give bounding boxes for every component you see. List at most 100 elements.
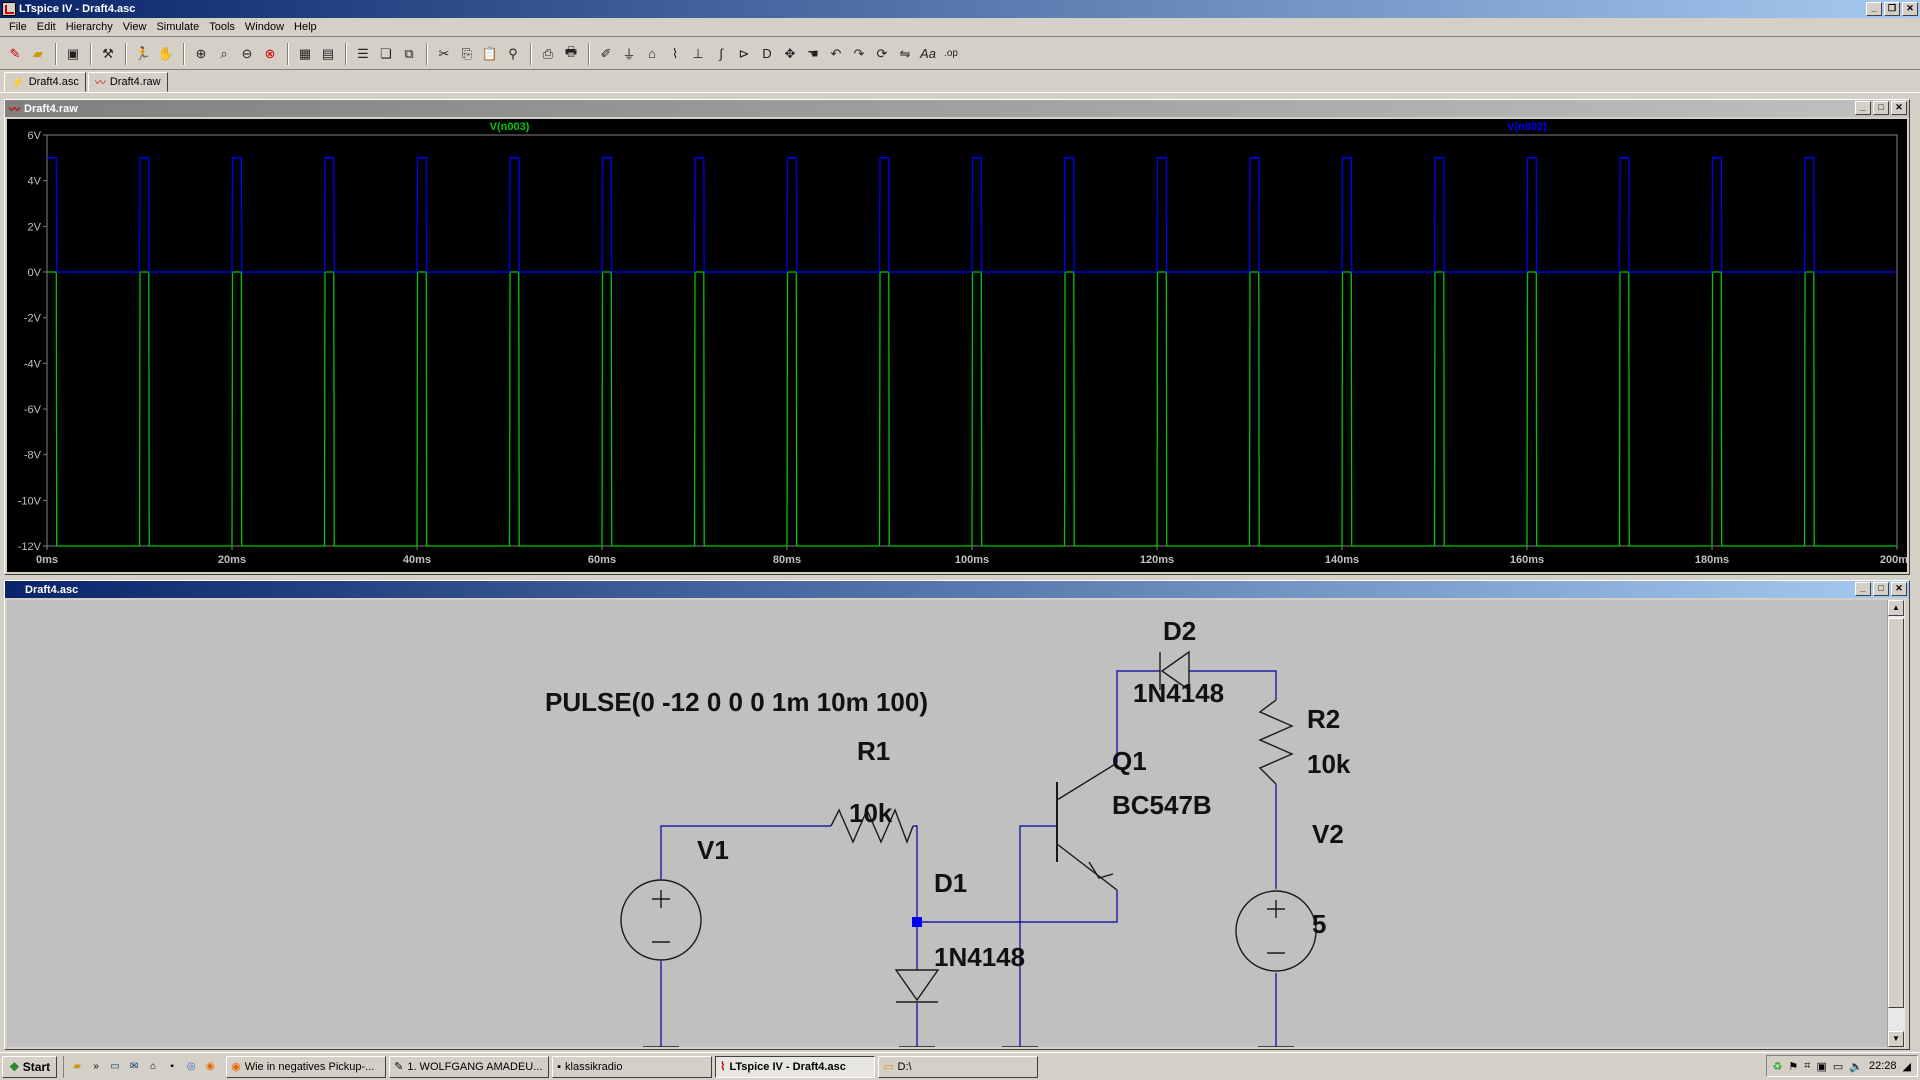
restore-button[interactable]: ❐ — [1884, 2, 1900, 16]
inductor-icon[interactable]: ∫ — [710, 43, 732, 65]
wifi-icon[interactable]: ◢ — [1903, 1060, 1911, 1073]
zoom-out-icon[interactable]: ⊖ — [236, 43, 258, 65]
d2-value[interactable]: 1N4148 — [1133, 678, 1224, 708]
voltage-source-v1[interactable] — [620, 879, 702, 961]
halt-icon[interactable]: ✋ — [155, 43, 177, 65]
scroll-down-button[interactable]: ▼ — [1888, 1031, 1904, 1047]
find-icon[interactable]: ⚲ — [502, 43, 524, 65]
plot-close-button[interactable]: ✕ — [1891, 101, 1907, 115]
desktop-icon[interactable]: ▭ — [108, 1060, 122, 1074]
scroll-up-button[interactable]: ▲ — [1888, 600, 1904, 616]
mirror-icon[interactable]: ⇋ — [894, 43, 916, 65]
menu-simulate[interactable]: Simulate — [151, 21, 204, 33]
junction-dot[interactable] — [912, 917, 922, 927]
v1-name[interactable]: V1 — [697, 835, 729, 865]
v2-name[interactable]: V2 — [1312, 819, 1344, 849]
network-tray-icon[interactable]: ▣ — [1816, 1060, 1826, 1073]
close-button[interactable]: ✕ — [1902, 2, 1918, 16]
plot-minimize-button[interactable]: _ — [1855, 101, 1871, 115]
move-icon[interactable]: ✥ — [779, 43, 801, 65]
browser-icon[interactable]: ◎ — [184, 1060, 198, 1074]
undo-icon[interactable]: ↶ — [825, 43, 847, 65]
menu-help[interactable]: Help — [289, 21, 322, 33]
text-icon[interactable]: Aa — [917, 43, 939, 65]
r2-name[interactable]: R2 — [1307, 704, 1340, 734]
menu-view[interactable]: View — [118, 21, 152, 33]
clock[interactable]: 22:28 — [1869, 1060, 1897, 1072]
print-preview-icon[interactable]: ⎙ — [537, 43, 559, 65]
usb-icon[interactable]: ⌗ — [1804, 1060, 1810, 1073]
menu-tools[interactable]: Tools — [204, 21, 240, 33]
r1-name[interactable]: R1 — [857, 736, 890, 766]
schematic-canvas[interactable]: PULSE(0 -12 0 0 0 1m 10m 100) R1 10k V1 … — [7, 600, 1887, 1047]
minimize-button[interactable]: _ — [1866, 2, 1882, 16]
q1-name[interactable]: Q1 — [1112, 746, 1147, 776]
wire[interactable] — [913, 825, 918, 922]
label-net-icon[interactable]: ⌂ — [641, 43, 663, 65]
scroll-thumb[interactable] — [1888, 618, 1904, 1008]
component-icon[interactable]: D — [756, 43, 778, 65]
diode-icon[interactable]: ⊳ — [733, 43, 755, 65]
schematic-minimize-button[interactable]: _ — [1855, 582, 1871, 596]
redo-icon[interactable]: ↷ — [848, 43, 870, 65]
open-icon[interactable]: ▰ — [27, 43, 49, 65]
update-icon[interactable]: ♻ — [1773, 1060, 1783, 1073]
tile-vertical-icon[interactable]: ⧉ — [398, 43, 420, 65]
run-icon[interactable]: 🏃 — [132, 43, 154, 65]
d1-name[interactable]: D1 — [934, 868, 967, 898]
task-music[interactable]: ✎ 1. WOLFGANG AMADEU... — [389, 1055, 550, 1078]
firefox-icon[interactable]: ◉ — [203, 1060, 217, 1074]
tile-horizontal-icon[interactable]: ☰ — [352, 43, 374, 65]
menu-file[interactable]: File — [4, 21, 32, 33]
display-icon[interactable]: ▭ — [1833, 1060, 1843, 1073]
tab-waveform[interactable]: 〰 Draft4.raw — [87, 72, 168, 92]
control-panel-icon[interactable]: ⚒ — [97, 43, 119, 65]
schematic-close-button[interactable]: ✕ — [1891, 582, 1907, 596]
wire[interactable] — [1019, 825, 1057, 1047]
tab-schematic[interactable]: ⚡ Draft4.asc — [4, 72, 86, 92]
menu-hierarchy[interactable]: Hierarchy — [61, 21, 118, 33]
voltage-source-v2[interactable] — [1235, 890, 1317, 972]
copy-icon[interactable]: ⎘ — [456, 43, 478, 65]
paste-icon[interactable]: 📋 — [479, 43, 501, 65]
plot-area[interactable]: 6V 4V 2V 0V -2V -4V -6V -8V -10V -12V 0ms 20ms 40ms 6… — [7, 119, 1914, 572]
resistor-icon[interactable]: ⌇ — [664, 43, 686, 65]
zoom-in-icon[interactable]: ⊕ — [190, 43, 212, 65]
grid-icon[interactable]: ▤ — [317, 43, 339, 65]
rotate-icon[interactable]: ⟳ — [871, 43, 893, 65]
wire[interactable] — [660, 825, 831, 879]
volume-icon[interactable]: 🔈 — [1849, 1060, 1863, 1073]
diode-d1[interactable] — [894, 969, 940, 1003]
transistor-q1[interactable] — [1056, 762, 1118, 891]
d2-name[interactable]: D2 — [1163, 616, 1196, 646]
spice-directive-icon[interactable]: .op — [940, 43, 962, 65]
new-schematic-icon[interactable]: ✎ — [4, 43, 26, 65]
schematic-maximize-button[interactable]: □ — [1873, 582, 1889, 596]
r1-value[interactable]: 10k — [849, 798, 893, 828]
r2-value[interactable]: 10k — [1307, 749, 1351, 779]
ground-icon[interactable]: ⏚ — [618, 43, 640, 65]
task-klassikradio[interactable]: ▪ klassikradio — [552, 1055, 713, 1078]
cut-icon[interactable]: ✂ — [433, 43, 455, 65]
v1-pulse-value[interactable]: PULSE(0 -12 0 0 0 1m 10m 100) — [545, 687, 928, 717]
task-firefox[interactable]: ◉ Wie in negatives Pickup-... — [226, 1055, 387, 1078]
resistor-r2[interactable] — [1258, 699, 1294, 785]
plot-maximize-button[interactable]: □ — [1873, 101, 1889, 115]
print-icon[interactable]: 🖶 — [560, 43, 582, 65]
task-explorer[interactable]: ▭ D:\ — [878, 1055, 1039, 1078]
pan-icon[interactable]: ⌕ — [213, 43, 235, 65]
mail-icon[interactable]: ✉ — [127, 1060, 141, 1074]
d1-value[interactable]: 1N4148 — [934, 942, 1025, 972]
v2-value[interactable]: 5 — [1312, 909, 1326, 939]
folder-icon[interactable]: ▰ — [70, 1060, 84, 1074]
zoom-fit-icon[interactable]: ⊗ — [259, 43, 281, 65]
cascade-icon[interactable]: ❏ — [375, 43, 397, 65]
drag-icon[interactable]: ☚ — [802, 43, 824, 65]
wire-icon[interactable]: ✐ — [595, 43, 617, 65]
menu-window[interactable]: Window — [240, 21, 289, 33]
q1-value[interactable]: BC547B — [1112, 790, 1212, 820]
network-icon[interactable]: ⌂ — [146, 1060, 160, 1074]
autorange-icon[interactable]: ▦ — [294, 43, 316, 65]
flag-icon[interactable]: ⚑ — [1788, 1060, 1798, 1073]
chevron-icon[interactable]: » — [89, 1060, 103, 1074]
